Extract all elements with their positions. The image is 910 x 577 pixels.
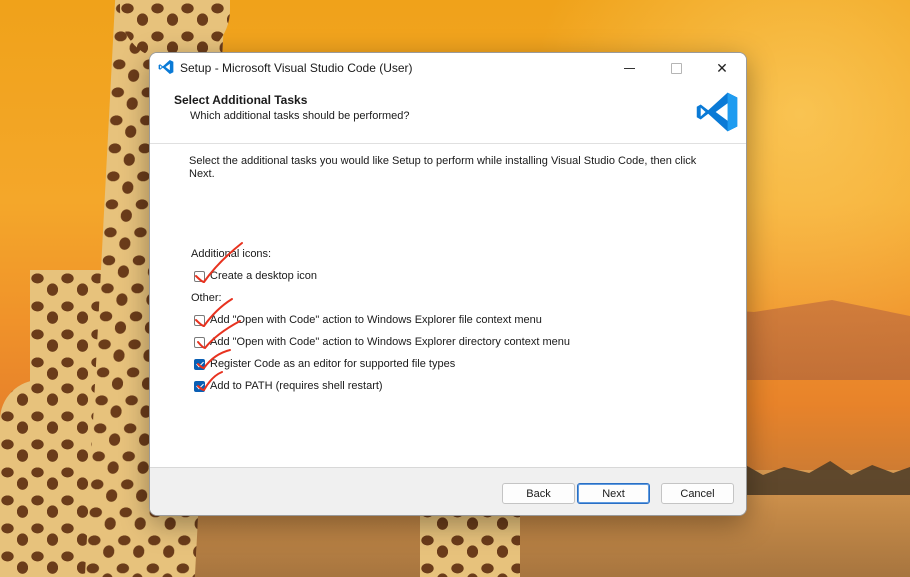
close-icon: ✕ — [716, 59, 728, 76]
task-register-code-editor[interactable]: Register Code as an editor for supported… — [194, 356, 455, 372]
task-open-with-code-directory[interactable]: Add "Open with Code" action to Windows E… — [194, 334, 570, 350]
back-button[interactable]: Back — [502, 483, 575, 504]
task-label: Add to PATH (requires shell restart) — [210, 380, 383, 392]
red-annotation-marks — [195, 242, 243, 392]
maximize-icon — [670, 62, 682, 74]
setup-window: Setup - Microsoft Visual Studio Code (Us… — [149, 52, 747, 516]
maximize-button[interactable] — [653, 53, 699, 83]
task-label: Add "Open with Code" action to Windows E… — [210, 314, 542, 326]
close-button[interactable]: ✕ — [699, 53, 745, 83]
task-create-desktop-icon[interactable]: Create a desktop icon — [194, 268, 317, 284]
next-button[interactable]: Next — [577, 483, 650, 504]
checkbox[interactable] — [194, 270, 205, 282]
task-label: Create a desktop icon — [210, 270, 318, 282]
group-label-additional-icons: Additional icons: — [191, 248, 272, 260]
window-title: Setup - Microsoft Visual Studio Code (Us… — [180, 61, 413, 75]
task-label: Add "Open with Code" action to Windows E… — [210, 336, 570, 348]
checkbox[interactable] — [194, 336, 205, 348]
checkbox[interactable] — [194, 358, 205, 370]
cancel-button[interactable]: Cancel — [661, 483, 734, 504]
checkbox[interactable] — [194, 380, 205, 392]
minimize-icon — [623, 67, 635, 69]
checkbox[interactable] — [194, 314, 205, 326]
wizard-header: Select Additional Tasks Which additional… — [150, 83, 746, 143]
vscode-logo-icon — [696, 92, 738, 132]
wizard-footer: Back Next Cancel — [150, 468, 746, 515]
minimize-button[interactable] — [606, 53, 652, 83]
group-label-other: Other: — [191, 292, 222, 304]
title-bar[interactable]: Setup - Microsoft Visual Studio Code (Us… — [150, 53, 746, 83]
vscode-app-icon — [158, 59, 174, 75]
task-label: Register Code as an editor for supported… — [210, 358, 456, 370]
page-title: Select Additional Tasks — [174, 93, 308, 107]
task-add-to-path[interactable]: Add to PATH (requires shell restart) — [194, 378, 383, 394]
page-subtitle: Which additional tasks should be perform… — [190, 110, 410, 122]
instructions-text: Select the additional tasks you would li… — [189, 155, 697, 180]
wizard-content: Select the additional tasks you would li… — [150, 144, 746, 467]
task-open-with-code-file[interactable]: Add "Open with Code" action to Windows E… — [194, 312, 542, 328]
